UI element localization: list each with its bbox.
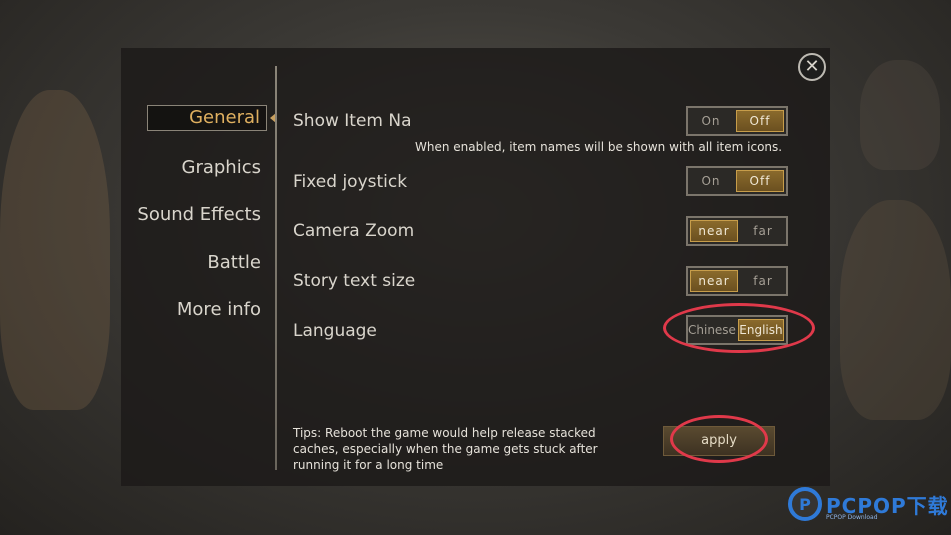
story-text-size-near[interactable]: near bbox=[690, 270, 738, 292]
story-text-size-far[interactable]: far bbox=[740, 268, 786, 294]
camera-zoom-label: Camera Zoom bbox=[293, 221, 415, 241]
background-figure-right bbox=[840, 200, 951, 420]
close-icon: ✕ bbox=[804, 56, 820, 77]
nav-item-graphics[interactable]: Graphics bbox=[182, 157, 262, 178]
background-figure-right-top bbox=[860, 60, 940, 170]
tips-text: Tips: Reboot the game would help release… bbox=[293, 426, 598, 472]
nav-item-sound-effects[interactable]: Sound Effects bbox=[137, 204, 261, 225]
nav-divider bbox=[275, 66, 277, 470]
fixed-joystick-toggle: On Off bbox=[686, 166, 788, 196]
show-item-names-hint: When enabled, item names will be shown w… bbox=[415, 140, 783, 154]
camera-zoom-far[interactable]: far bbox=[740, 218, 786, 244]
close-button[interactable]: ✕ bbox=[798, 53, 826, 81]
language-chinese[interactable]: Chinese bbox=[688, 317, 736, 343]
watermark: P PCPOP下载 PCPOP Download bbox=[788, 487, 949, 521]
apply-button[interactable]: apply bbox=[663, 426, 775, 456]
watermark-subtext: PCPOP Download bbox=[826, 514, 878, 521]
fixed-joystick-on[interactable]: On bbox=[688, 168, 734, 194]
language-english[interactable]: English bbox=[737, 319, 784, 341]
show-item-names-on[interactable]: On bbox=[688, 108, 734, 134]
nav-item-battle[interactable]: Battle bbox=[207, 252, 261, 273]
story-text-size-toggle: near far bbox=[686, 266, 788, 296]
language-label: Language bbox=[293, 321, 377, 341]
fixed-joystick-label: Fixed joystick bbox=[293, 172, 408, 192]
show-item-names-off[interactable]: Off bbox=[736, 110, 784, 132]
language-toggle: Chinese English bbox=[686, 315, 788, 345]
camera-zoom-toggle: near far bbox=[686, 216, 788, 246]
background-figure-left bbox=[0, 90, 110, 410]
show-item-names-toggle: On Off bbox=[686, 106, 788, 136]
show-item-names-label: Show Item Na bbox=[293, 111, 412, 131]
camera-zoom-near[interactable]: near bbox=[690, 220, 738, 242]
story-text-size-label: Story text size bbox=[293, 271, 416, 291]
nav-item-general[interactable]: General bbox=[147, 105, 267, 131]
fixed-joystick-off[interactable]: Off bbox=[736, 170, 784, 192]
nav-item-more-info[interactable]: More info bbox=[177, 299, 261, 320]
watermark-logo-icon: P bbox=[788, 487, 822, 521]
